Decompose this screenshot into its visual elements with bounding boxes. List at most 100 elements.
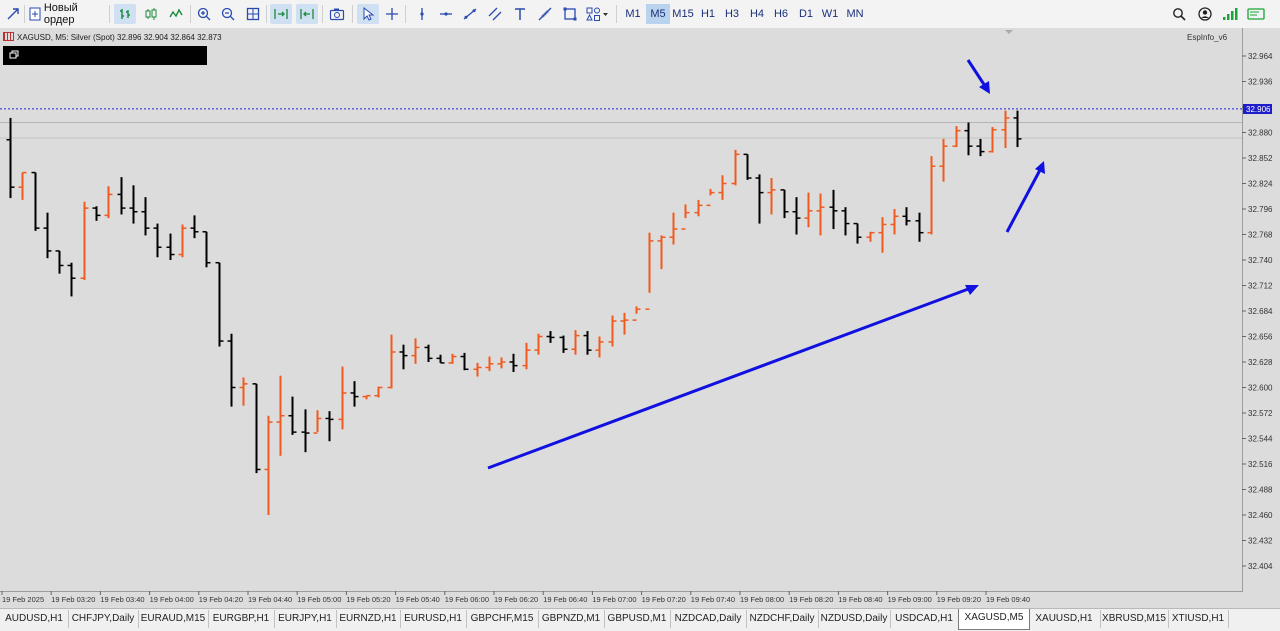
account-button[interactable]	[1196, 4, 1214, 24]
ohlc-bar	[620, 312, 629, 335]
chart-tab[interactable]: USDCAD,H1	[890, 610, 959, 628]
ohlc-bar	[731, 149, 740, 186]
ohlc-bar	[902, 207, 911, 226]
tile-windows-button[interactable]	[243, 4, 263, 24]
timeframe-h1[interactable]: H1	[696, 4, 720, 24]
time-label: 19 Feb 05:40	[396, 595, 440, 604]
down-arrow[interactable]	[966, 59, 987, 87]
chart-tabs: AUDUSD,H1 CHFJPY,Daily EURAUD,M15 EURGBP,H1…	[0, 608, 1280, 631]
panel-restore-icon[interactable]	[9, 50, 21, 60]
bar-chart-button[interactable]	[114, 4, 136, 24]
line-chart-icon	[169, 8, 183, 18]
cursor-tool-button[interactable]	[357, 4, 379, 24]
shapes-menu-button[interactable]	[584, 4, 612, 24]
new-order-icon	[29, 7, 41, 21]
ohlc-bar	[976, 138, 985, 157]
chart-tab[interactable]: NZDCHF,Daily	[746, 610, 819, 628]
timeframe-m1[interactable]: M1	[621, 4, 645, 24]
chart-tab[interactable]: AUDUSD,H1	[0, 610, 69, 628]
time-label: 19 Feb 05:00	[297, 595, 341, 604]
new-order-button[interactable]: Новый ордер	[28, 2, 106, 26]
open-book-button[interactable]	[1246, 4, 1266, 24]
chart-tab[interactable]: EURUSD,H1	[400, 610, 467, 628]
channel-tool-button[interactable]	[485, 4, 505, 24]
timeframe-h3[interactable]: H3	[720, 4, 744, 24]
ohlc-bar	[227, 333, 236, 407]
trend-arrow-long[interactable]	[487, 286, 972, 470]
text-tool-button[interactable]	[510, 4, 530, 24]
price-chart[interactable]: 32.96432.93632.90832.88032.85232.82432.7…	[0, 28, 1280, 608]
ohlc-bar	[424, 344, 433, 362]
zoom-out-button[interactable]	[218, 4, 238, 24]
ohlc-bar	[988, 127, 997, 153]
chart-tab[interactable]: XBRUSD,M15	[1100, 610, 1169, 628]
ohlc-bar	[325, 411, 334, 442]
price-level-label: 32.600	[1248, 384, 1273, 393]
price-level-label: 32.852	[1248, 154, 1273, 163]
ohlc-bar	[743, 153, 752, 180]
chart-expand-icon[interactable]	[3, 4, 23, 24]
autoscroll-button[interactable]	[270, 4, 292, 24]
chart-tab[interactable]: XAGUSD,M5	[958, 609, 1030, 630]
signal-strength-indicator[interactable]	[1220, 4, 1240, 24]
time-label: 19 Feb 07:20	[642, 595, 686, 604]
ohlc-bar	[55, 250, 64, 274]
fibonacci-tool-button[interactable]	[535, 4, 555, 24]
chart-tab[interactable]: NZDCAD,Daily	[670, 610, 747, 628]
ohlc-bar	[645, 232, 654, 310]
timeframe-w1[interactable]: W1	[818, 4, 842, 24]
grid-icon	[246, 7, 260, 21]
chart-tab[interactable]: EURNZD,H1	[336, 610, 401, 628]
ohlc-bar	[608, 315, 617, 347]
trendline-tool-button[interactable]	[460, 4, 480, 24]
trade-panel[interactable]	[3, 46, 207, 65]
ohlc-bar	[153, 223, 162, 258]
chart-tab[interactable]: XTIUSD,H1	[1168, 610, 1229, 628]
chart-shift-button[interactable]	[296, 4, 318, 24]
grid-menu-icon[interactable]	[3, 32, 14, 41]
text-icon	[515, 8, 525, 20]
timeframe-d1[interactable]: D1	[794, 4, 818, 24]
candlestick-button[interactable]	[140, 4, 162, 24]
ohlc-bar	[952, 126, 961, 148]
timeframe-h4[interactable]: H4	[745, 4, 769, 24]
chart-tab[interactable]: GBPCHF,M15	[466, 610, 539, 628]
candlestick-icon	[145, 8, 157, 20]
search-button[interactable]	[1170, 4, 1188, 24]
ohlc-bar	[829, 189, 838, 230]
timeframe-h6[interactable]: H6	[769, 4, 793, 24]
time-label: 19 Feb 2025	[2, 595, 44, 604]
vertical-line-tool-button[interactable]	[412, 4, 432, 24]
chart-tab[interactable]: EURJPY,H1	[274, 610, 337, 628]
timeframe-m5[interactable]: M5	[646, 4, 670, 24]
ohlc-bar	[927, 156, 936, 235]
price-level-label: 32.432	[1248, 537, 1273, 546]
horizontal-line-tool-button[interactable]	[436, 4, 456, 24]
time-label: 19 Feb 04:20	[199, 595, 243, 604]
screenshot-button[interactable]	[326, 4, 348, 24]
line-chart-button[interactable]	[165, 4, 187, 24]
ohlc-bar	[252, 383, 261, 474]
chart-window[interactable]: 32.96432.93632.90832.88032.85232.82432.7…	[0, 28, 1280, 608]
symbol-label: XAGUSD, M5: Silver (Spot) 32.896 32.904 …	[3, 32, 222, 42]
symbol-info-text: XAGUSD, M5: Silver (Spot) 32.896 32.904 …	[17, 33, 222, 42]
crosshair-tool-button[interactable]	[382, 4, 402, 24]
chart-tab[interactable]: CHFJPY,Daily	[68, 610, 139, 628]
ohlc-bar	[387, 334, 396, 389]
timeframe-mn[interactable]: MN	[843, 4, 867, 24]
chart-tab[interactable]: EURAUD,M15	[138, 610, 209, 628]
chart-tab[interactable]: GBPNZD,M1	[538, 610, 605, 628]
trend-arrow-short[interactable]	[1005, 169, 1042, 233]
rectangle-tool-button[interactable]	[560, 4, 580, 24]
price-level-label: 32.712	[1248, 282, 1273, 291]
search-icon	[1173, 8, 1186, 21]
zoom-in-button[interactable]	[194, 4, 214, 24]
chart-tab[interactable]: EURGBP,H1	[208, 610, 275, 628]
ohlc-bar	[264, 415, 273, 515]
price-tag: 32.906	[1243, 104, 1272, 114]
chart-tab[interactable]: XAUUSD,H1	[1028, 610, 1101, 628]
ohlc-bar	[595, 336, 604, 358]
timeframe-m15[interactable]: M15	[671, 4, 695, 24]
chart-tab[interactable]: NZDUSD,Daily	[818, 610, 891, 628]
chart-tab[interactable]: GBPUSD,M1	[604, 610, 671, 628]
